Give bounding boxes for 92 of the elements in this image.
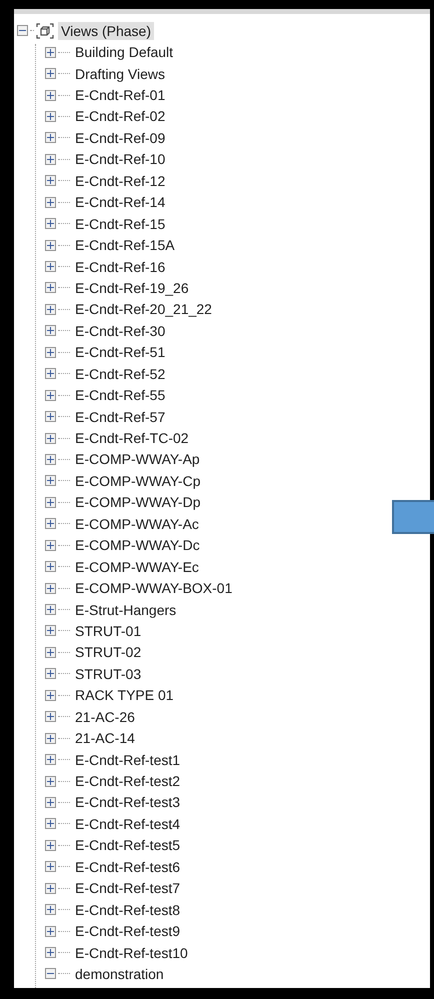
expand-toggle[interactable] — [45, 218, 56, 230]
3d-view-icon — [36, 22, 54, 39]
tree-item[interactable]: E-Cndt-Ref-test7 — [72, 879, 184, 898]
tree-item[interactable]: Building Default — [72, 43, 176, 62]
tree-item[interactable]: E-Cndt-Ref-09 — [72, 128, 168, 147]
tree-item[interactable]: E-Cndt-Ref-16 — [72, 258, 168, 276]
expand-toggle[interactable] — [45, 732, 56, 744]
expand-toggle[interactable] — [45, 110, 56, 122]
tree-item[interactable]: E-Cndt-Ref-30 — [72, 322, 168, 340]
tree-item[interactable]: E-Cndt-Ref-TC-02 — [72, 429, 192, 448]
expand-toggle[interactable] — [45, 540, 56, 551]
expand-toggle[interactable] — [45, 882, 56, 894]
tree-item[interactable]: 21-AC-14 — [72, 729, 138, 748]
tree-item[interactable]: E-Cndt-Ref-test2 — [72, 772, 184, 790]
expand-toggle[interactable] — [45, 754, 56, 766]
collapse-toggle[interactable] — [17, 25, 28, 36]
expand-toggle[interactable] — [45, 904, 56, 916]
expand-toggle[interactable] — [45, 926, 56, 937]
expand-toggle[interactable] — [45, 690, 56, 701]
expand-toggle[interactable] — [45, 776, 56, 787]
tree-item[interactable]: E-Cndt-Ref-02 — [72, 107, 168, 126]
expand-toggle[interactable] — [45, 561, 56, 572]
tree-item[interactable]: E-Cndt-Ref-12 — [72, 172, 168, 190]
expand-toggle[interactable] — [45, 261, 56, 272]
tree-item[interactable]: Views (Phase) — [58, 22, 154, 40]
expand-toggle[interactable] — [45, 325, 56, 336]
expand-toggle[interactable] — [45, 711, 56, 722]
tree-item[interactable]: E-Cndt-Ref-19_26 — [72, 278, 192, 297]
tree-item[interactable]: Drafting Views — [72, 64, 168, 83]
expand-toggle[interactable] — [45, 518, 56, 530]
expand-toggle[interactable] — [45, 304, 56, 315]
tree-item[interactable]: E-Cndt-Ref-test4 — [72, 814, 184, 833]
expand-toggle[interactable] — [45, 454, 56, 465]
tree-item[interactable]: STRUT-03 — [72, 664, 144, 683]
expand-toggle[interactable] — [45, 646, 56, 658]
tree-item[interactable]: E-Cndt-Ref-10 — [72, 150, 168, 168]
tree-item[interactable]: E-COMP-WWAY-Dc — [72, 536, 203, 554]
tree-item[interactable]: E-Cndt-Ref-test8 — [72, 900, 184, 919]
tree-item[interactable]: STRUT-01 — [72, 622, 144, 640]
tree-item[interactable]: E-COMP-WWAY-Ap — [72, 450, 203, 468]
tree-item[interactable]: E-Cndt-Ref-test10 — [72, 944, 191, 962]
expand-toggle[interactable] — [45, 90, 56, 101]
expand-toggle[interactable] — [45, 796, 56, 808]
tree-item[interactable]: E-Cndt-Ref-test9 — [72, 922, 184, 940]
tree-item[interactable]: E-Cndt-Ref-15A — [72, 236, 178, 254]
expand-toggle[interactable] — [45, 861, 56, 872]
tree-item[interactable]: E-Cndt-Ref-57 — [72, 408, 168, 426]
tree-item[interactable]: E-Cndt-Ref-test3 — [72, 793, 184, 812]
tree-item[interactable]: E-Cndt-Ref-01 — [72, 86, 168, 104]
expand-toggle[interactable] — [45, 818, 56, 830]
tree-item[interactable]: E-Cndt-Ref-52 — [72, 364, 168, 383]
tree-item[interactable]: E-COMP-WWAY-Cp — [72, 472, 204, 490]
tree-item[interactable]: 21-AC-26 — [72, 708, 138, 726]
expand-toggle[interactable] — [45, 368, 56, 380]
expand-toggle[interactable] — [45, 196, 56, 208]
tree-item[interactable]: E-Cndt-Ref-55 — [72, 386, 168, 404]
tree-item[interactable]: E-COMP-WWAY-Dp — [72, 493, 204, 512]
expand-toggle[interactable] — [45, 625, 56, 636]
tree-item[interactable]: demonstration — [72, 964, 167, 983]
expand-toggle[interactable] — [45, 346, 56, 358]
tree-item[interactable]: E-Cndt-Ref-51 — [72, 343, 168, 362]
expand-toggle[interactable] — [45, 668, 56, 680]
expand-toggle[interactable] — [45, 840, 56, 851]
tree-item[interactable]: E-Strut-Hangers — [72, 600, 180, 619]
expand-toggle[interactable] — [45, 604, 56, 616]
expand-toggle[interactable] — [45, 46, 56, 58]
tree-item[interactable]: E-Cndt-Ref-14 — [72, 193, 168, 212]
tree-item[interactable]: RACK TYPE 01 — [72, 686, 177, 704]
tree-item[interactable]: E-Cndt-Ref-test5 — [72, 836, 184, 854]
expand-toggle[interactable] — [45, 68, 56, 80]
expand-toggle[interactable] — [45, 390, 56, 401]
rectangle-shape — [392, 500, 434, 534]
expand-toggle[interactable] — [45, 947, 56, 958]
tree-item[interactable]: E-Cndt-Ref-test1 — [72, 750, 184, 769]
tree-item[interactable]: STRUT-02 — [72, 643, 144, 662]
tree-item[interactable]: E-COMP-WWAY-Ac — [72, 514, 202, 533]
expand-toggle[interactable] — [45, 282, 56, 294]
expand-toggle[interactable] — [45, 132, 56, 144]
expand-toggle[interactable] — [45, 175, 56, 186]
tree-item[interactable]: E-Cndt-Ref-test6 — [72, 858, 184, 876]
tree-item[interactable]: E-Cndt-Ref-20_21_22 — [72, 300, 215, 318]
tree-item[interactable]: E-COMP-WWAY-BOX-01 — [72, 579, 236, 598]
expand-toggle[interactable] — [45, 154, 56, 165]
tree-item[interactable]: E-Cndt-Ref-15 — [72, 214, 168, 233]
expand-toggle[interactable] — [45, 582, 56, 594]
tree-item[interactable]: E-COMP-WWAY-Ec — [72, 558, 202, 576]
expand-toggle[interactable] — [45, 411, 56, 422]
collapse-toggle[interactable] — [45, 968, 56, 980]
expand-toggle[interactable] — [45, 475, 56, 486]
expand-toggle[interactable] — [45, 240, 56, 251]
expand-toggle[interactable] — [45, 432, 56, 444]
expand-toggle[interactable] — [45, 496, 56, 508]
